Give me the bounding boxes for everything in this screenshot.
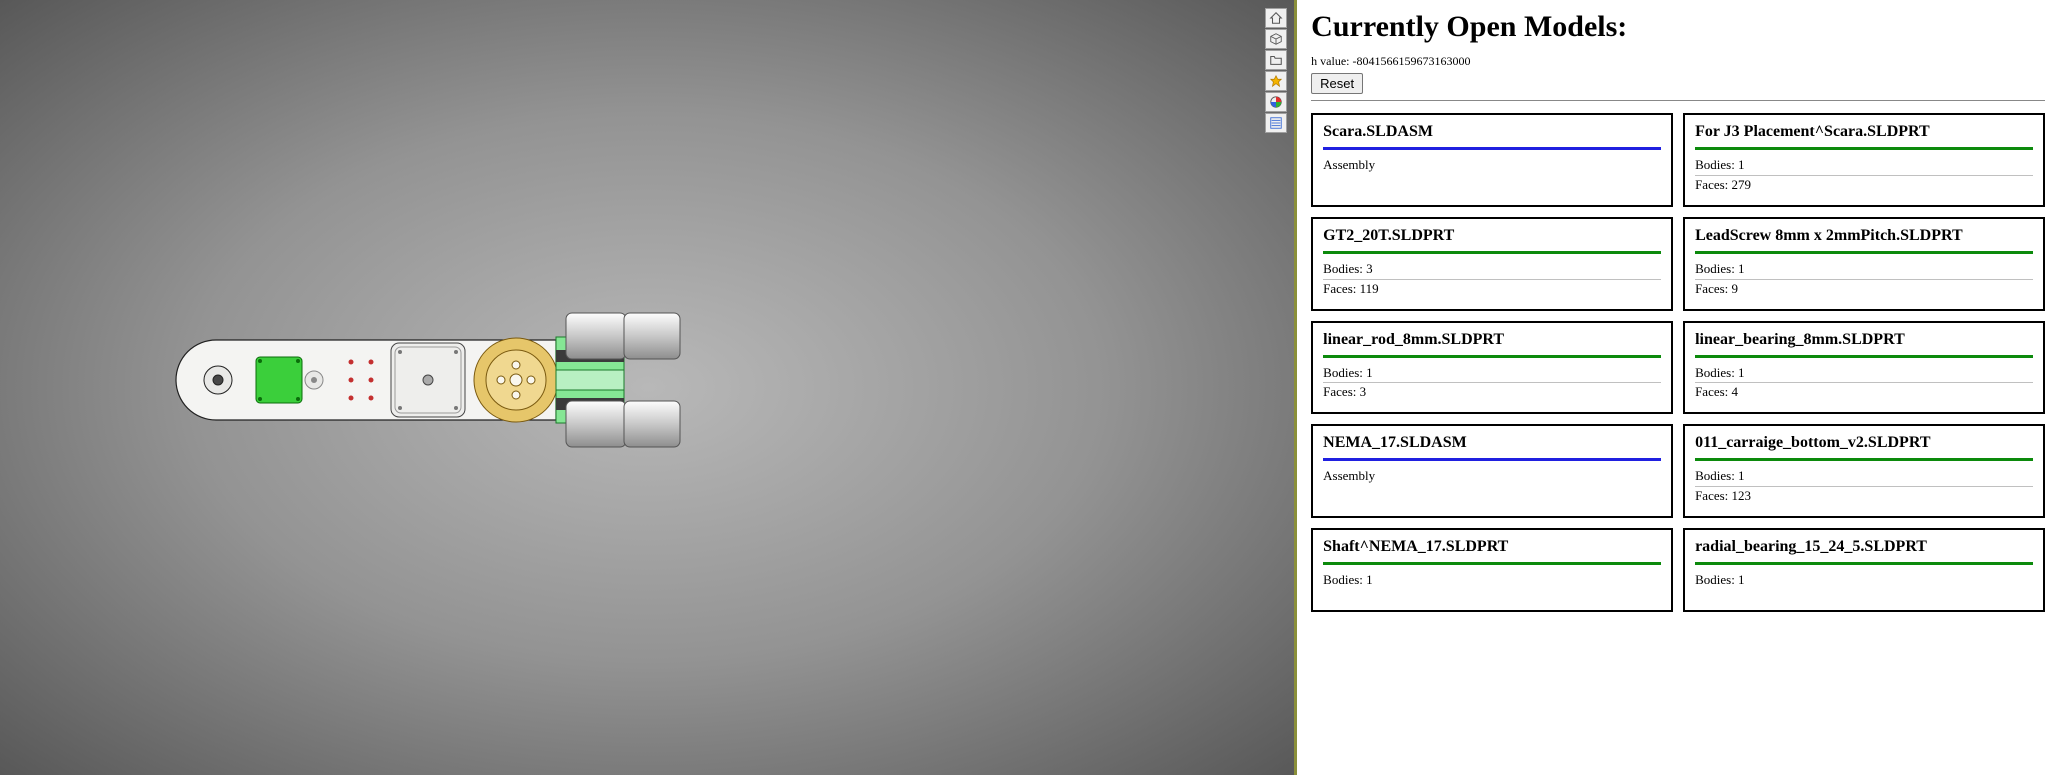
model-card-info-line: Bodies: 1	[1695, 571, 2033, 590]
model-card[interactable]: LeadScrew 8mm x 2mmPitch.SLDPRT Bodies: 1…	[1683, 217, 2045, 311]
model-type-bar	[1695, 355, 2033, 358]
appearance-icon[interactable]	[1265, 92, 1287, 112]
model-card-info-line: Faces: 9	[1695, 280, 2033, 299]
model-type-bar	[1323, 458, 1661, 461]
model-card[interactable]: radial_bearing_15_24_5.SLDPRT Bodies: 1	[1683, 528, 2045, 612]
models-panel: Currently Open Models: h value: -8041566…	[1297, 0, 2059, 775]
model-card-info: Bodies: 1Faces: 9	[1695, 260, 2033, 299]
isometric-icon[interactable]	[1265, 29, 1287, 49]
model-card-title: NEMA_17.SLDASM	[1323, 434, 1661, 452]
model-card[interactable]: For J3 Placement^Scara.SLDPRT Bodies: 1Fa…	[1683, 113, 2045, 207]
model-card-title: 011_carraige_bottom_v2.SLDPRT	[1695, 434, 2033, 452]
model-card[interactable]: linear_bearing_8mm.SLDPRT Bodies: 1Faces:…	[1683, 321, 2045, 415]
panel-divider	[1311, 100, 2045, 101]
model-card-info-line: Assembly	[1323, 156, 1661, 175]
viewport-divider	[1294, 0, 1297, 775]
model-type-bar	[1323, 355, 1661, 358]
model-card-info-line: Faces: 123	[1695, 487, 2033, 506]
model-card-info: Assembly	[1323, 156, 1661, 175]
model-card-info-line: Faces: 119	[1323, 280, 1661, 299]
model-card-info-line: Assembly	[1323, 467, 1661, 486]
model-card-title: LeadScrew 8mm x 2mmPitch.SLDPRT	[1695, 227, 2033, 245]
model-card[interactable]: 011_carraige_bottom_v2.SLDPRT Bodies: 1Fa…	[1683, 424, 2045, 518]
model-card-title: Shaft^NEMA_17.SLDPRT	[1323, 538, 1661, 556]
model-card-info-line: Bodies: 1	[1695, 156, 2033, 176]
model-card-title: Scara.SLDASM	[1323, 123, 1661, 141]
model-card-title: linear_rod_8mm.SLDPRT	[1323, 331, 1661, 349]
model-card-info: Assembly	[1323, 467, 1661, 486]
viewport-toolbar	[1265, 8, 1287, 133]
list-icon[interactable]	[1265, 113, 1287, 133]
cards-grid: Scara.SLDASM Assembly For J3 Placement^Sca…	[1311, 113, 2045, 612]
hvalue-label: h value: -8041566159673163000	[1311, 54, 2045, 69]
model-card[interactable]: GT2_20T.SLDPRT Bodies: 3Faces: 119	[1311, 217, 1673, 311]
model-type-bar	[1323, 562, 1661, 565]
model-card[interactable]: linear_rod_8mm.SLDPRT Bodies: 1Faces: 3	[1311, 321, 1673, 415]
favorite-icon[interactable]	[1265, 71, 1287, 91]
model-card-title: For J3 Placement^Scara.SLDPRT	[1695, 123, 2033, 141]
model-card-title: radial_bearing_15_24_5.SLDPRT	[1695, 538, 2033, 556]
model-card-info: Bodies: 1	[1695, 571, 2033, 590]
model-card-title: linear_bearing_8mm.SLDPRT	[1695, 331, 2033, 349]
model-type-bar	[1695, 147, 2033, 150]
model-card-info-line: Bodies: 3	[1323, 260, 1661, 280]
model-card-info-line: Bodies: 1	[1323, 571, 1661, 590]
model-card-info-line: Bodies: 1	[1695, 467, 2033, 487]
model-card-info: Bodies: 1Faces: 4	[1695, 364, 2033, 403]
model-card-info: Bodies: 1Faces: 279	[1695, 156, 2033, 195]
model-card-info-line: Bodies: 1	[1323, 364, 1661, 384]
model-card[interactable]: NEMA_17.SLDASM Assembly	[1311, 424, 1673, 518]
model-card-info-line: Bodies: 1	[1695, 364, 2033, 384]
model-card[interactable]: Shaft^NEMA_17.SLDPRT Bodies: 1	[1311, 528, 1673, 612]
model-card[interactable]: Scara.SLDASM Assembly	[1311, 113, 1673, 207]
home-icon[interactable]	[1265, 8, 1287, 28]
open-icon[interactable]	[1265, 50, 1287, 70]
reset-button[interactable]: Reset	[1311, 73, 1363, 94]
model-card-info-line: Faces: 4	[1695, 383, 2033, 402]
model-type-bar	[1695, 458, 2033, 461]
model-type-bar	[1323, 251, 1661, 254]
cad-viewport[interactable]	[0, 0, 1297, 775]
cad-model	[156, 295, 716, 485]
model-card-info: Bodies: 1Faces: 3	[1323, 364, 1661, 403]
model-type-bar	[1695, 562, 2033, 565]
model-type-bar	[1695, 251, 2033, 254]
model-card-info: Bodies: 1	[1323, 571, 1661, 590]
panel-heading: Currently Open Models:	[1311, 10, 2045, 44]
model-card-info-line: Bodies: 1	[1695, 260, 2033, 280]
model-card-info-line: Faces: 279	[1695, 176, 2033, 195]
model-card-info-line: Faces: 3	[1323, 383, 1661, 402]
model-type-bar	[1323, 147, 1661, 150]
model-card-title: GT2_20T.SLDPRT	[1323, 227, 1661, 245]
model-card-info: Bodies: 3Faces: 119	[1323, 260, 1661, 299]
model-card-info: Bodies: 1Faces: 123	[1695, 467, 2033, 506]
